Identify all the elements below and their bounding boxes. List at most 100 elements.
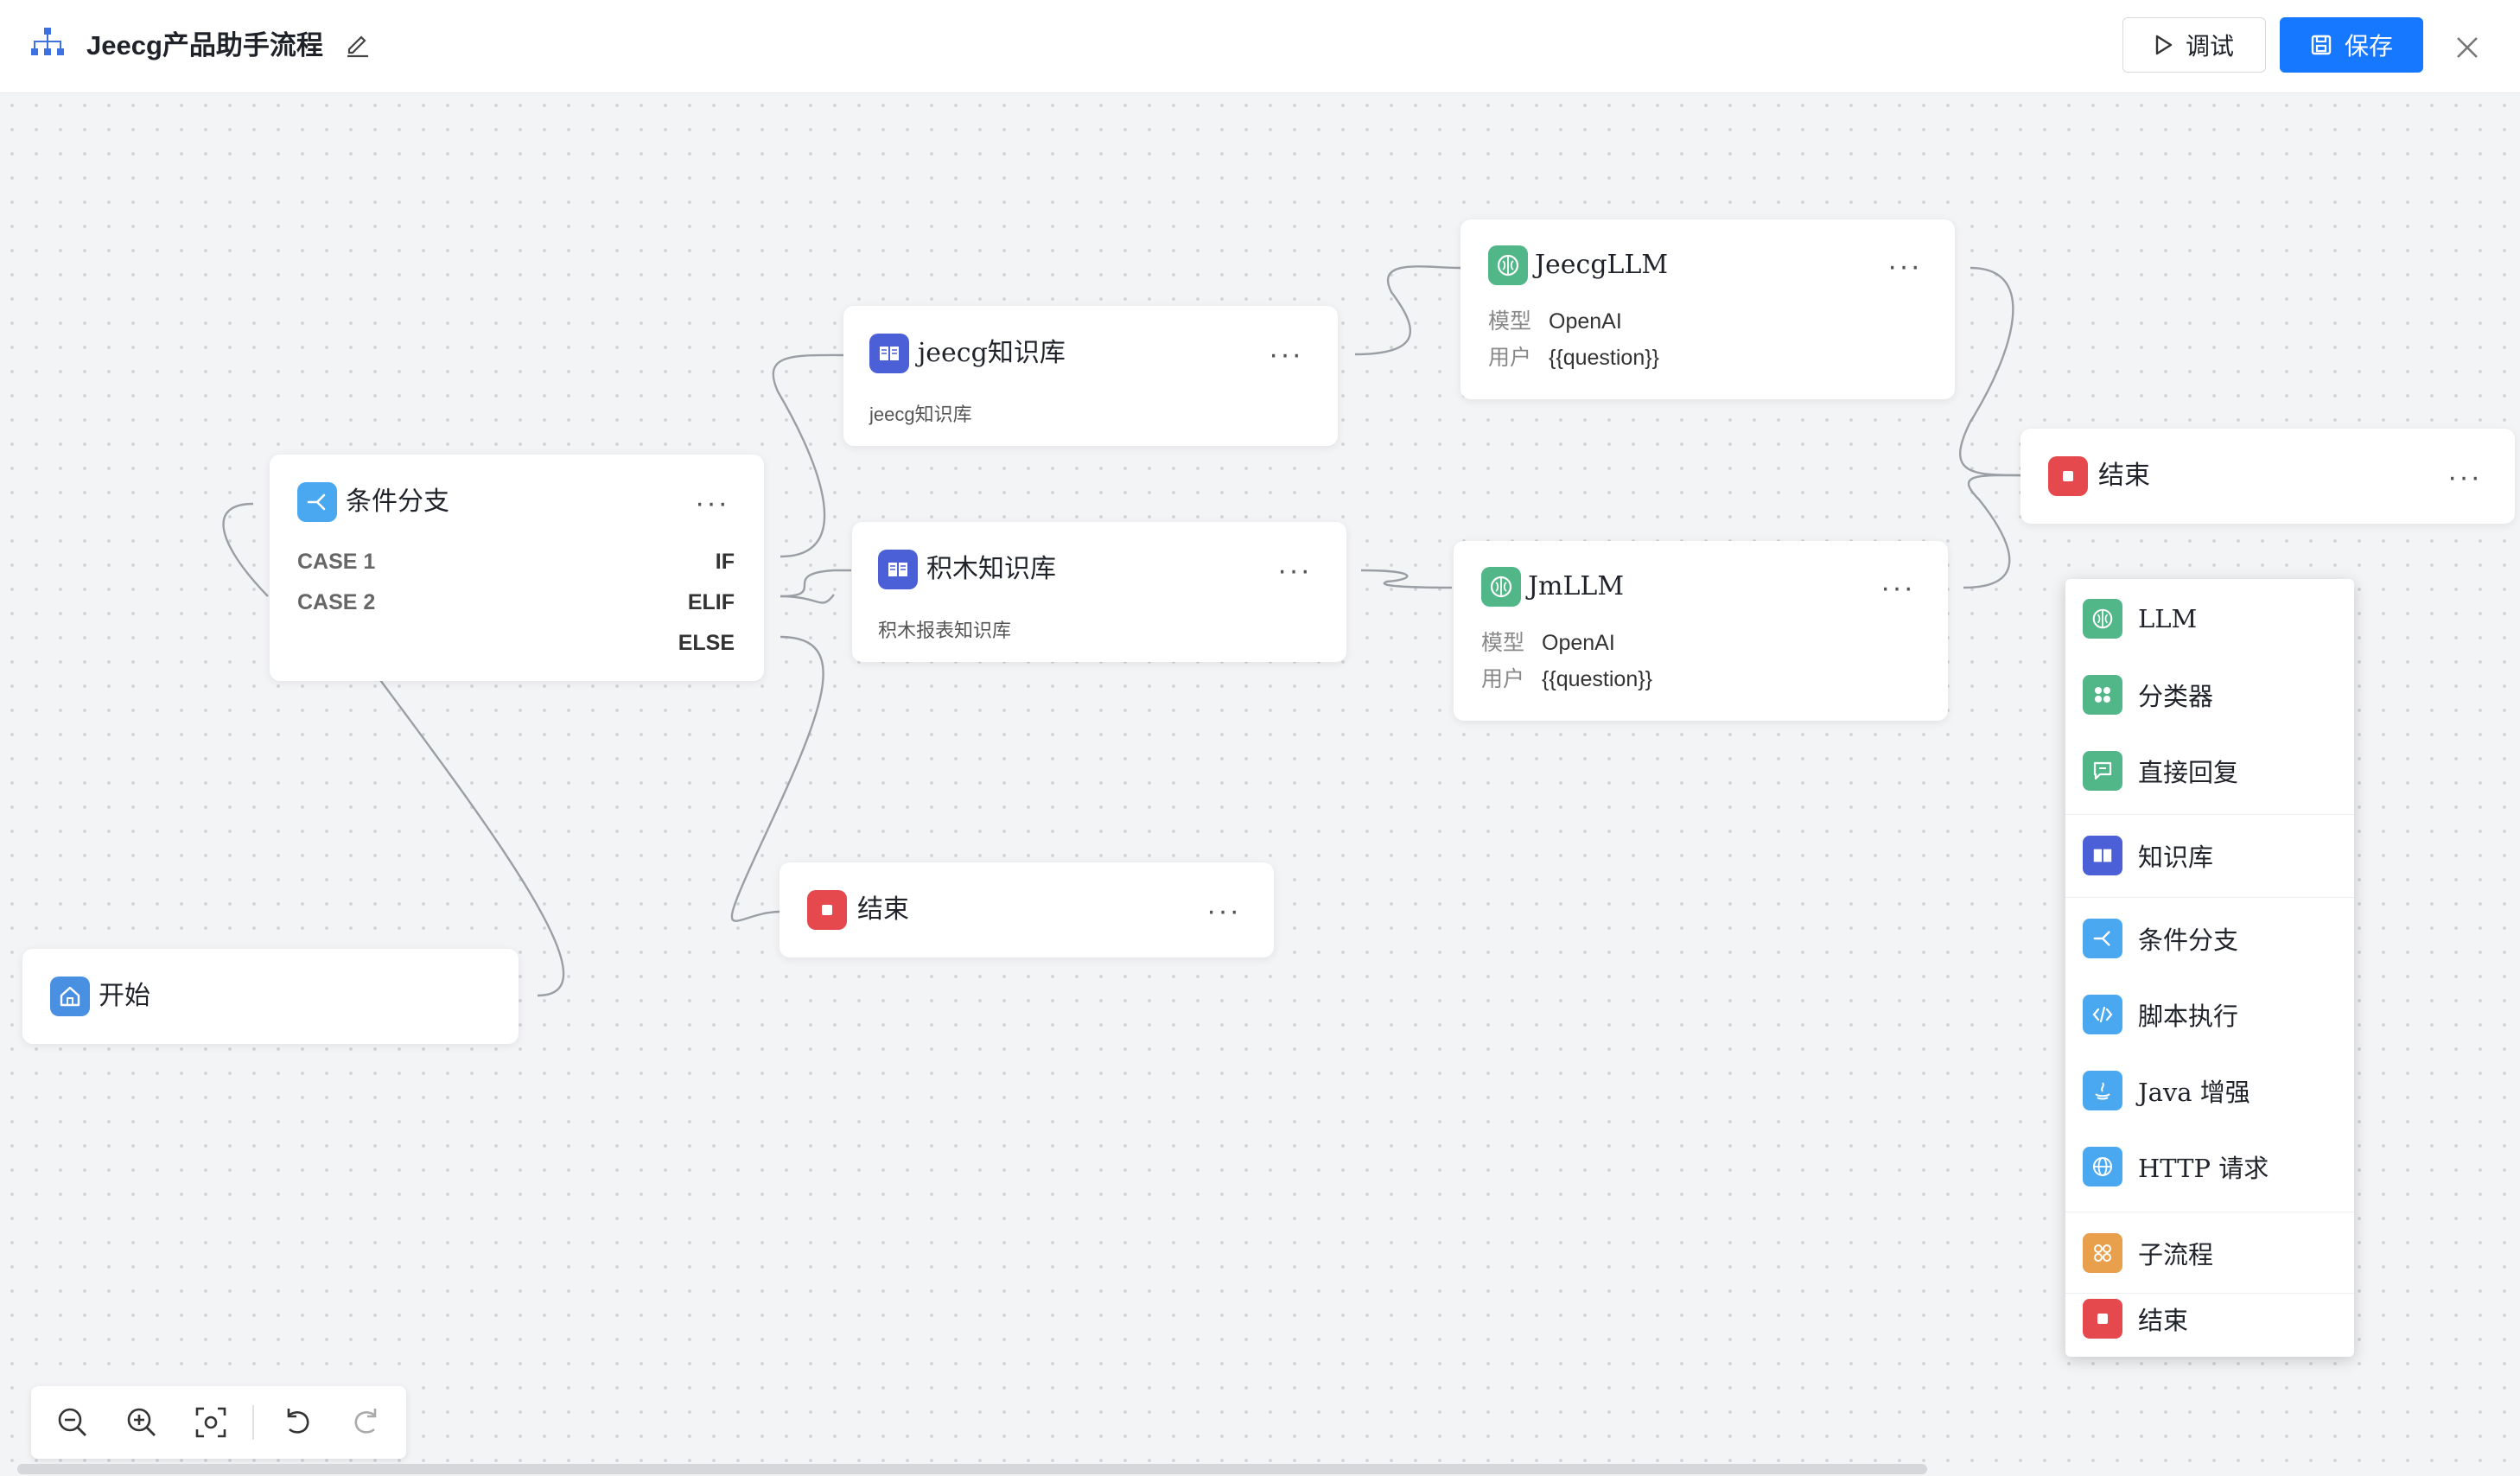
end-mid-node-title: 结束 <box>857 894 909 925</box>
llm2-node-title: JmLLM <box>1528 571 1625 601</box>
home-icon <box>60 986 80 1007</box>
end-mid-node-icon <box>807 890 847 930</box>
stop-icon <box>822 905 832 915</box>
palette-item-script[interactable]: 脚本执行 <box>2065 975 2354 1054</box>
node-end-mid[interactable]: 结束 ··· <box>780 862 1274 957</box>
edge-if-kb1 <box>772 353 845 558</box>
edge-elif-kb2b <box>780 594 835 604</box>
canvas-toolbar <box>31 1386 406 1459</box>
node-branch[interactable]: 条件分支 ··· CASE 1 IF CASE 2 ELIF ELSE <box>270 455 764 681</box>
llm1-node-title: JeecgLLM <box>1535 250 1669 280</box>
zoom-in-icon[interactable] <box>123 1403 161 1441</box>
more-icon[interactable]: ··· <box>1880 573 1915 602</box>
undo-icon[interactable] <box>278 1403 316 1441</box>
stop-icon <box>2083 1299 2122 1339</box>
palette-item-java[interactable]: Java 增强 <box>2065 1051 2354 1130</box>
palette-item-http[interactable]: HTTP 请求 <box>2065 1127 2354 1206</box>
branch-icon <box>2083 919 2122 958</box>
debug-button[interactable]: 调试 <box>2122 17 2266 73</box>
node-llm-jm[interactable]: JmLLM ··· 模型 OpenAI 用户 {{question}} <box>1454 541 1948 721</box>
user-value: {{question}} <box>1542 667 1652 691</box>
palette-divider <box>2065 897 2354 898</box>
play-icon <box>2155 35 2173 55</box>
book-icon <box>888 563 907 576</box>
edit-icon[interactable] <box>344 32 372 60</box>
horizontal-scrollbar[interactable] <box>17 1464 1927 1474</box>
start-node-icon <box>50 977 90 1016</box>
node-kb-jimu[interactable]: 积木知识库 ··· 积木报表知识库 <box>852 522 1346 662</box>
brain-icon <box>1490 576 1512 598</box>
book-icon <box>2083 836 2122 875</box>
edge-llm2-end <box>1963 474 2021 589</box>
llm1-user-row: 用户 {{question}} <box>1488 340 1659 372</box>
zoom-out-icon[interactable] <box>54 1403 92 1441</box>
close-icon[interactable] <box>2453 33 2482 62</box>
save-icon <box>2311 35 2332 55</box>
end-top-node-icon <box>2048 456 2088 496</box>
model-value: OpenAI <box>1542 631 1615 655</box>
llm2-user-row: 用户 {{question}} <box>1481 662 1652 693</box>
more-icon[interactable]: ··· <box>1269 340 1303 369</box>
flow-icon <box>31 28 64 55</box>
node-llm-jeecg[interactable]: JeecgLLM ··· 模型 OpenAI 用户 {{question}} <box>1460 219 1955 399</box>
palette-item-end[interactable]: 结束 <box>2065 1279 2354 1358</box>
globe-icon <box>2083 1147 2122 1187</box>
node-palette-menu: LLM 分类器 直接回复 知识库 条件分支 脚本执行 Java 增强 HTTP … <box>2065 579 2354 1357</box>
book-icon <box>880 347 899 360</box>
branch-node-title: 条件分支 <box>346 487 449 517</box>
debug-label: 调试 <box>2185 33 2234 60</box>
more-icon[interactable]: ··· <box>1887 251 1922 281</box>
end-top-node-title: 结束 <box>2098 461 2150 491</box>
more-icon[interactable]: ··· <box>2447 462 2482 492</box>
save-label: 保存 <box>2344 33 2393 60</box>
more-icon[interactable]: ··· <box>1277 556 1312 585</box>
node-end-top[interactable]: 结束 ··· <box>2020 429 2515 524</box>
edge-kb2-llm2 <box>1360 569 1453 589</box>
more-icon[interactable]: ··· <box>1206 896 1241 926</box>
user-key: 用户 <box>1481 667 1525 691</box>
palette-item-knowledge[interactable]: 知识库 <box>2065 816 2354 895</box>
top-header: Jeecg产品助手流程 调试 保存 <box>0 0 2520 93</box>
palette-item-label: 脚本执行 <box>2138 1002 2239 1031</box>
edge-llm1-end <box>1959 266 2021 477</box>
classifier-icon <box>2083 675 2122 715</box>
brain-icon <box>2083 599 2122 639</box>
kb2-node-title: 积木知识库 <box>926 554 1056 584</box>
more-icon[interactable]: ··· <box>695 488 729 518</box>
case-if-label: IF <box>715 550 735 574</box>
redo-icon[interactable] <box>347 1403 385 1441</box>
brain-icon <box>1497 254 1519 277</box>
start-node-title: 开始 <box>99 981 150 1011</box>
code-icon <box>2083 995 2122 1034</box>
java-icon <box>2083 1071 2122 1110</box>
llm1-model-row: 模型 OpenAI <box>1488 304 1622 335</box>
kb1-node-title: jeecg知识库 <box>918 338 1066 368</box>
palette-item-label: LLM <box>2138 604 2198 633</box>
edge-elif-kb2 <box>780 569 851 598</box>
palette-item-reply[interactable]: 直接回复 <box>2065 731 2354 811</box>
flow-canvas[interactable]: 开始 条件分支 ··· CASE 1 IF CASE 2 ELIF ELSE j… <box>0 93 2520 1476</box>
case-1-label: CASE 1 <box>297 550 376 574</box>
palette-item-label: 直接回复 <box>2138 758 2239 787</box>
palette-item-classifier[interactable]: 分类器 <box>2065 655 2354 735</box>
palette-item-label: 子流程 <box>2138 1240 2214 1269</box>
fit-view-icon[interactable] <box>192 1403 230 1441</box>
edge-kb1-llm1 <box>1354 265 1461 356</box>
subflow-icon <box>2083 1233 2122 1273</box>
model-key: 模型 <box>1488 309 1532 334</box>
case-else-label: ELSE <box>678 631 735 655</box>
node-kb-jeecg[interactable]: jeecg知识库 ··· jeecg知识库 <box>843 306 1338 446</box>
node-start[interactable]: 开始 <box>22 949 519 1044</box>
model-value: OpenAI <box>1549 309 1622 334</box>
palette-item-branch[interactable]: 条件分支 <box>2065 899 2354 978</box>
save-button[interactable]: 保存 <box>2280 17 2423 73</box>
user-key: 用户 <box>1488 346 1532 370</box>
palette-divider <box>2065 814 2354 815</box>
llm1-node-icon <box>1488 245 1528 285</box>
palette-item-label: 知识库 <box>2138 843 2214 872</box>
palette-item-label: Java 增强 <box>2138 1078 2250 1107</box>
palette-item-llm[interactable]: LLM <box>2065 579 2354 658</box>
palette-item-label: 条件分支 <box>2138 926 2239 955</box>
llm2-node-icon <box>1481 567 1521 607</box>
kb1-node-desc: jeecg知识库 <box>869 404 972 425</box>
